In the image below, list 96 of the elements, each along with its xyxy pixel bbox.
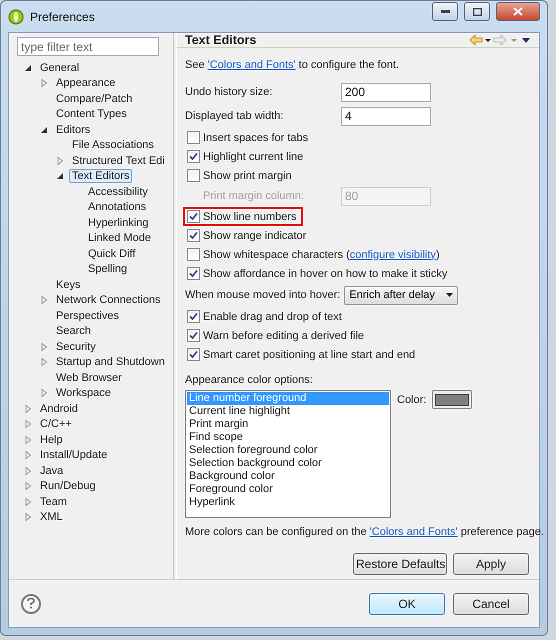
checkbox[interactable]	[187, 210, 200, 223]
input-field[interactable]: 200	[341, 82, 431, 102]
configure-link[interactable]: configure visibility	[350, 248, 436, 260]
tree-item[interactable]: Quick Diff	[85, 246, 138, 261]
checkbox-label: Show whitespace characters (	[203, 248, 350, 260]
checkbox[interactable]	[187, 329, 200, 342]
close-button[interactable]	[496, 2, 540, 21]
checkbox[interactable]	[187, 169, 200, 182]
input-field[interactable]: 4	[341, 106, 431, 126]
color-picker-button[interactable]	[432, 390, 472, 409]
tree-item[interactable]: Install/Update	[37, 448, 110, 462]
checkbox-label: Show affordance in hover on how to make it sticky	[203, 268, 448, 280]
filter-field[interactable]: type filter text	[17, 37, 159, 56]
tree-item[interactable]: Help	[37, 432, 66, 447]
field-label: Displayed tab width:	[185, 110, 284, 122]
field-label: Undo history size:	[185, 86, 274, 98]
colors-and-fonts-link[interactable]: 'Colors and Fonts'	[208, 59, 296, 71]
colors-and-fonts-link[interactable]: 'Colors and Fonts'	[370, 526, 458, 538]
list-item[interactable]: Current line highlight	[187, 405, 389, 418]
checkbox[interactable]	[187, 348, 200, 361]
minimize-icon	[440, 10, 450, 13]
tree-item[interactable]: Content Types	[53, 107, 130, 122]
list-item[interactable]: Foreground color	[187, 483, 389, 496]
tree-item[interactable]: Compare/Patch	[53, 92, 136, 106]
tree-item[interactable]: Web Browser	[53, 370, 125, 385]
checkbox[interactable]	[187, 267, 200, 280]
page-button[interactable]: Restore Defaults	[353, 553, 447, 575]
tree-item[interactable]: Run/Debug	[37, 479, 99, 494]
help-icon	[27, 598, 35, 609]
list-item[interactable]: Hyperlink	[187, 496, 389, 509]
tree-item[interactable]: Startup and Shutdown	[53, 355, 168, 370]
tree-item[interactable]: Android	[37, 402, 81, 416]
tree-item[interactable]: Workspace	[53, 386, 114, 400]
checkbox-label: Warn before editing a derived file	[203, 330, 364, 342]
section-label: Appearance color options:	[185, 374, 314, 386]
navigation-icons[interactable]	[469, 34, 531, 46]
dialog-button[interactable]: Cancel	[453, 592, 529, 614]
tree-item[interactable]: Editors	[53, 122, 94, 137]
color-label: Color:	[397, 394, 426, 406]
color-swatch	[435, 394, 470, 406]
dialog-button[interactable]: OK	[369, 592, 445, 614]
checkbox-label: )	[436, 248, 440, 260]
footer-text: preference page.	[460, 526, 544, 538]
caret-icon	[446, 293, 454, 297]
intro-text: to configure the font.	[298, 59, 399, 71]
tree-item[interactable]: C/C++	[37, 417, 75, 432]
hover-dropdown[interactable]: Enrich after delay	[344, 286, 458, 304]
tree-item[interactable]: XML	[37, 510, 66, 524]
page-title: Text Editors	[185, 33, 258, 47]
tree-item[interactable]: Spelling	[85, 262, 130, 276]
tree-item[interactable]: Structured Text Edi	[69, 154, 168, 168]
tree-item[interactable]: File Associations	[69, 138, 157, 152]
footer-text: More colors can be configured on the	[185, 526, 368, 538]
tree-item[interactable]: General	[37, 60, 82, 75]
tree-item[interactable]: Security	[53, 340, 99, 354]
tree-item[interactable]: Team	[37, 494, 70, 509]
checkbox-label: Insert spaces for tabs	[203, 132, 308, 144]
checkbox-label: Show range indicator	[203, 230, 306, 242]
list-item[interactable]: Selection background color	[187, 457, 389, 470]
help-button[interactable]	[21, 594, 41, 614]
checkbox-label: Highlight current line	[203, 150, 304, 162]
color-options-list[interactable]: Line number foreground Current line highlight Print margin Find scope Selection foreground color Selection background color Background color Foreground color Hyperlink	[185, 390, 391, 518]
tree-item[interactable]: Hyperlinking	[85, 216, 152, 230]
page-button[interactable]: Apply	[453, 553, 529, 575]
intro-text: See	[185, 59, 206, 71]
app-icon	[8, 8, 24, 24]
checkbox-label: Show line numbers	[203, 210, 297, 222]
tree-item[interactable]: Search	[53, 324, 94, 338]
checkbox-label: Smart caret positioning at line start and end	[203, 348, 416, 360]
tree-item[interactable]: Linked Mode	[85, 231, 154, 246]
list-item[interactable]: Selection foreground color	[187, 444, 389, 457]
tree-item[interactable]: Appearance	[53, 76, 118, 90]
checkbox-label: Enable drag and drop of text	[203, 310, 342, 322]
checkbox[interactable]	[187, 248, 200, 261]
close-icon	[513, 7, 523, 16]
checkbox[interactable]	[187, 310, 200, 323]
dropdown-label: When mouse moved into hover:	[185, 289, 340, 301]
tree-item[interactable]: Keys	[53, 278, 84, 292]
checkbox[interactable]	[187, 131, 200, 144]
checkbox-label: Show print margin	[203, 170, 292, 182]
list-item[interactable]: Background color	[187, 470, 389, 483]
tree-item[interactable]: Java	[37, 464, 66, 478]
window-title: Preferences	[30, 10, 96, 24]
field-label: Print margin column:	[202, 190, 305, 202]
tree-item[interactable]: Network Connections	[53, 293, 164, 308]
tree-item[interactable]: Accessibility	[85, 184, 151, 199]
maximize-button[interactable]	[464, 2, 490, 21]
checkbox[interactable]	[187, 150, 200, 163]
maximize-icon	[472, 8, 482, 16]
tree-item[interactable]: Perspectives	[53, 308, 122, 323]
tree-item[interactable]: Annotations	[85, 200, 150, 214]
list-item[interactable]: Find scope	[187, 431, 389, 444]
list-item[interactable]: Print margin	[187, 418, 389, 431]
checkbox[interactable]	[187, 229, 200, 242]
minimize-button[interactable]	[432, 2, 458, 21]
tree-item[interactable]: Text Editors	[69, 169, 132, 184]
